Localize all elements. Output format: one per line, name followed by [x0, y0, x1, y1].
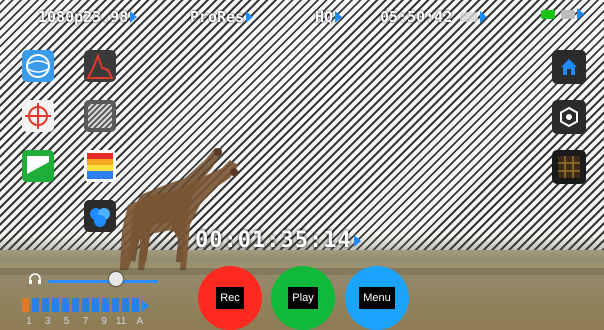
channel-label: 5 — [63, 316, 70, 327]
resolution-label: 1080p23.98 — [38, 8, 129, 26]
settings-icon — [560, 106, 578, 128]
home-button[interactable] — [552, 50, 586, 84]
meter-bar — [62, 298, 69, 312]
power-status[interactable] — [535, 8, 584, 20]
waveform-icon[interactable] — [22, 50, 54, 82]
rec-label: Rec — [216, 287, 244, 309]
meter-bar — [72, 298, 79, 312]
battery-icon — [541, 9, 555, 19]
channel-labels: 1 3 5 7 9 11 A — [24, 316, 145, 327]
meter-bar — [82, 298, 89, 312]
timecode-value: 00:01:35:14 — [195, 228, 352, 253]
chevron-right-icon — [246, 11, 254, 23]
color-bars-icon[interactable] — [84, 150, 116, 182]
meter-bar — [102, 298, 109, 312]
meter-bar — [112, 298, 119, 312]
chevron-right-icon — [130, 11, 138, 23]
zebra-icon[interactable] — [84, 100, 116, 132]
meter-bar — [42, 298, 49, 312]
record-time-remaining[interactable]: 05:50:42 — [380, 8, 488, 26]
quality-label: HQ — [315, 8, 334, 26]
channel-label: 1 — [26, 316, 32, 327]
play-label: Play — [288, 287, 318, 309]
status-bar: 1080p23.98 ProRes HQ 05:50:42 — [30, 8, 590, 30]
home-icon — [561, 59, 577, 75]
meter-bar — [52, 298, 59, 312]
play-button[interactable]: Play — [271, 266, 335, 330]
chevron-right-icon — [480, 11, 488, 23]
channel-label: 11 — [115, 316, 127, 327]
audio-meter[interactable] — [22, 298, 149, 312]
meter-bar — [92, 298, 99, 312]
meter-bar — [132, 298, 139, 312]
meter-bar — [32, 298, 39, 312]
drive-icon — [460, 12, 479, 22]
codec-setting[interactable]: ProRes — [190, 8, 254, 26]
menu-label: Menu — [359, 287, 395, 309]
meter-bar — [122, 298, 129, 312]
settings-button[interactable] — [552, 100, 586, 134]
rec-button[interactable]: Rec — [198, 266, 262, 330]
meter-bar — [22, 298, 29, 312]
channel-label: 7 — [82, 316, 89, 327]
chevron-right-icon — [335, 11, 343, 23]
grid-button[interactable] — [552, 150, 586, 184]
timecode-display[interactable]: 00:01:35:14 — [195, 228, 361, 253]
quality-setting[interactable]: HQ — [315, 8, 343, 26]
grid-icon — [558, 156, 580, 178]
false-color-icon[interactable] — [84, 200, 116, 232]
volume-slider-track[interactable] — [48, 280, 158, 283]
chevron-right-icon — [353, 234, 361, 247]
channel-label: A — [136, 316, 144, 327]
headphone-icon — [29, 273, 41, 284]
histogram-icon[interactable] — [84, 50, 116, 82]
target-icon[interactable] — [22, 100, 54, 132]
flag-icon[interactable] — [22, 150, 54, 182]
monitor-screen: 1080p23.98 ProRes HQ 05:50:42 00:01:35:1… — [0, 0, 604, 330]
menu-button[interactable]: Menu — [345, 266, 409, 330]
channel-label: 9 — [101, 316, 107, 327]
battery-icon — [561, 9, 575, 19]
resolution-setting[interactable]: 1080p23.98 — [38, 8, 138, 26]
chevron-right-icon — [577, 8, 584, 20]
codec-label: ProRes — [190, 8, 245, 26]
chevron-right-icon — [142, 300, 149, 312]
channel-label: 3 — [45, 316, 51, 327]
time-remaining-label: 05:50:42 — [380, 8, 453, 26]
